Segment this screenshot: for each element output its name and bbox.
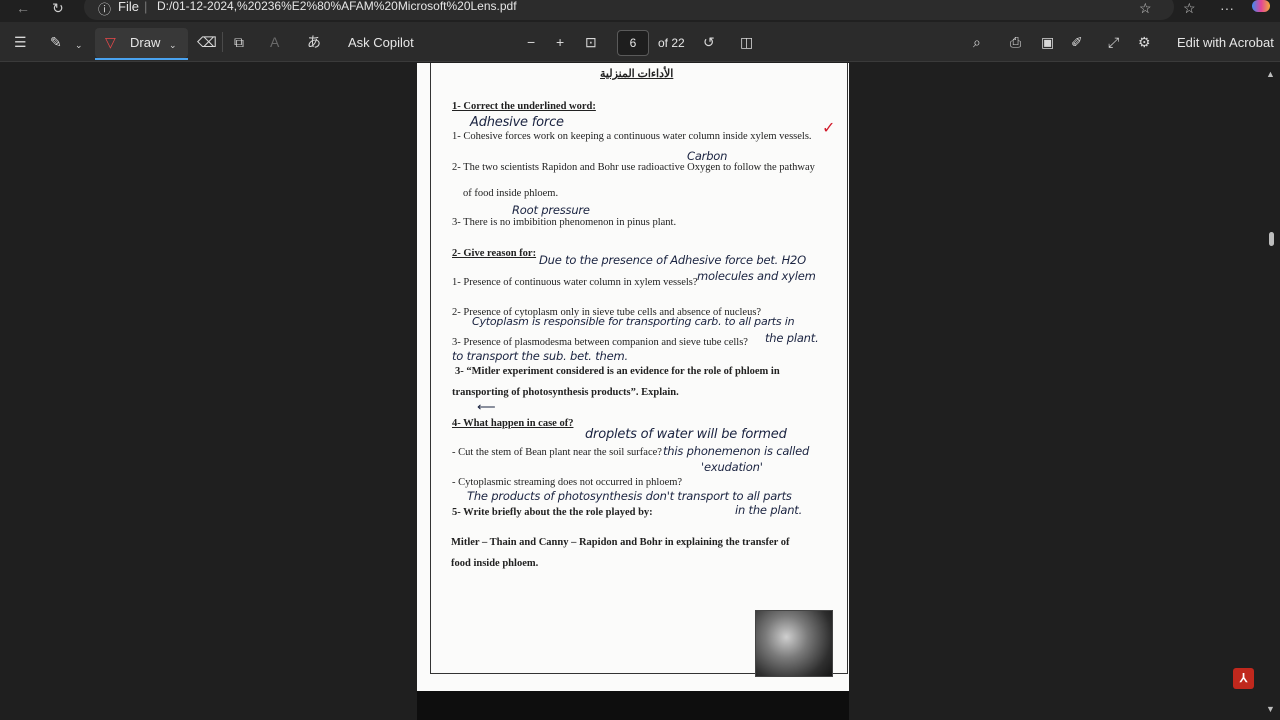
- arabic-heading: الأداءات المنزلية: [600, 68, 674, 80]
- page-gap: [417, 691, 849, 720]
- question-text: - Cytoplasmic streaming does not occurre…: [452, 477, 683, 488]
- handwritten-answer: The products of photosynthesis don't tra…: [467, 489, 792, 503]
- draw-label: Draw: [130, 35, 161, 50]
- eraser-icon[interactable]: ⌫: [197, 34, 217, 50]
- save-as-icon[interactable]: ✐: [1071, 34, 1083, 50]
- draw-pen-icon: ▽: [105, 34, 116, 50]
- save-icon[interactable]: ▣: [1041, 34, 1054, 50]
- toolbar-divider: [222, 32, 223, 52]
- edit-with-acrobat-button[interactable]: Edit with Acrobat: [1177, 35, 1274, 51]
- two-page-icon[interactable]: ◫: [740, 34, 753, 50]
- question-text: 1- Presence of continuous water column i…: [452, 277, 698, 288]
- zoom-out-button[interactable]: −: [527, 34, 535, 50]
- question-text: 3- There is no imbibition phenomenon in …: [452, 217, 677, 228]
- translate-icon[interactable]: あ: [307, 34, 321, 50]
- chevron-down-icon[interactable]: ⌄: [75, 37, 83, 53]
- draw-active-indicator: [95, 58, 188, 60]
- scrollbar-thumb[interactable]: [1269, 232, 1274, 246]
- ask-copilot-button[interactable]: Ask Copilot: [348, 35, 414, 51]
- read-aloud-icon[interactable]: A: [270, 34, 279, 50]
- copilot-icon[interactable]: [1252, 0, 1270, 12]
- section-1-title: 1- Correct the underlined word:: [452, 101, 596, 112]
- zoom-in-button[interactable]: +: [556, 34, 564, 50]
- paragraph-text: Mitler – Thain and Canny – Rapidon and B…: [451, 537, 790, 548]
- pdf-toolbar: ☰ ✎ ⌄ ▽ Draw ⌄ ⌫ ⧉ A あ Ask Copilot − + ⊡…: [0, 22, 1280, 62]
- question-text: 3- Presence of plasmodesma between compa…: [452, 337, 748, 348]
- scroll-up-arrow-icon[interactable]: ▲: [1266, 69, 1275, 79]
- page-total: of 22: [658, 36, 685, 50]
- arrow-mark-icon: ⟵: [477, 399, 496, 414]
- print-icon[interactable]: ⎙: [1010, 34, 1021, 50]
- handwritten-answer: Adhesive force: [470, 115, 564, 130]
- favorites-icon[interactable]: ☆: [1183, 0, 1196, 16]
- page-number-input[interactable]: 6: [617, 30, 649, 56]
- fullscreen-icon[interactable]: ⤢: [1108, 34, 1119, 50]
- handwritten-answer: Root pressure: [512, 203, 590, 217]
- decorative-photo: [755, 610, 833, 677]
- handwritten-answer: in the plant.: [735, 503, 803, 517]
- checkmark-icon: ✓: [822, 120, 836, 137]
- pdf-page: الأداءات المنزلية 1- Correct the underli…: [417, 63, 849, 691]
- question-text: - Cut the stem of Bean plant near the so…: [452, 447, 662, 458]
- document-viewer[interactable]: الأداءات المنزلية 1- Correct the underli…: [0, 63, 1280, 720]
- question-text: 1- Cohesive forces work on keeping a con…: [452, 131, 812, 142]
- question-text: of food inside phloem.: [463, 188, 559, 199]
- question-text: transporting of photosynthesis products”…: [452, 387, 679, 398]
- section-2-title: 2- Give reason for:: [452, 248, 537, 259]
- url-text[interactable]: D:/01-12-2024,%20236%E2%80%AFAM%20Micros…: [157, 0, 517, 13]
- contents-icon[interactable]: ☰: [14, 34, 27, 50]
- search-icon[interactable]: ⌕: [973, 34, 981, 50]
- section-4-title: 4- What happen in case of?: [452, 418, 574, 429]
- star-icon[interactable]: ☆: [1139, 0, 1152, 16]
- handwritten-answer: this phonemenon is called: [663, 444, 810, 458]
- file-label: File: [118, 0, 139, 14]
- info-icon[interactable]: ⓘ: [98, 0, 111, 18]
- address-bar: ← ↻ ⓘ File | D:/01-12-2024,%20236%E2%80%…: [0, 0, 1280, 22]
- highlight-icon[interactable]: ✎: [50, 34, 62, 50]
- handwritten-answer: to transport the sub. bet. them.: [452, 349, 628, 363]
- handwritten-answer: Due to the presence of Adhesive force be…: [539, 253, 806, 267]
- handwritten-answer: molecules and xylem: [697, 269, 816, 283]
- refresh-icon[interactable]: ↻: [52, 0, 64, 16]
- handwritten-answer: 'exudation': [701, 460, 763, 474]
- settings-icon[interactable]: ⚙: [1138, 34, 1151, 50]
- handwritten-answer: droplets of water will be formed: [585, 427, 787, 442]
- acrobat-icon[interactable]: ⅄: [1233, 668, 1254, 689]
- question-text: 3- “Mitler experiment considered is an e…: [455, 366, 780, 377]
- url-separator: |: [144, 0, 148, 14]
- scroll-down-arrow-icon[interactable]: ▼: [1266, 704, 1275, 714]
- question-text: 2- The two scientists Rapidon and Bohr u…: [452, 162, 815, 173]
- handwritten-answer: Carbon: [687, 149, 728, 163]
- fit-page-icon[interactable]: ⊡: [585, 34, 597, 50]
- chevron-down-icon[interactable]: ⌄: [169, 37, 177, 53]
- page-view-icon[interactable]: ⧉: [234, 34, 244, 50]
- paragraph-text: food inside phloem.: [451, 558, 539, 569]
- handwritten-answer: Cytoplasm is responsible for transportin…: [472, 315, 795, 328]
- vertical-scrollbar[interactable]: ▲ ▼: [1262, 63, 1280, 720]
- rotate-icon[interactable]: ↺: [703, 34, 715, 50]
- section-5-title: 5- Write briefly about the the role play…: [452, 507, 653, 518]
- back-icon[interactable]: ←: [16, 0, 30, 16]
- more-icon[interactable]: ···: [1220, 0, 1234, 16]
- handwritten-answer: the plant.: [765, 331, 819, 345]
